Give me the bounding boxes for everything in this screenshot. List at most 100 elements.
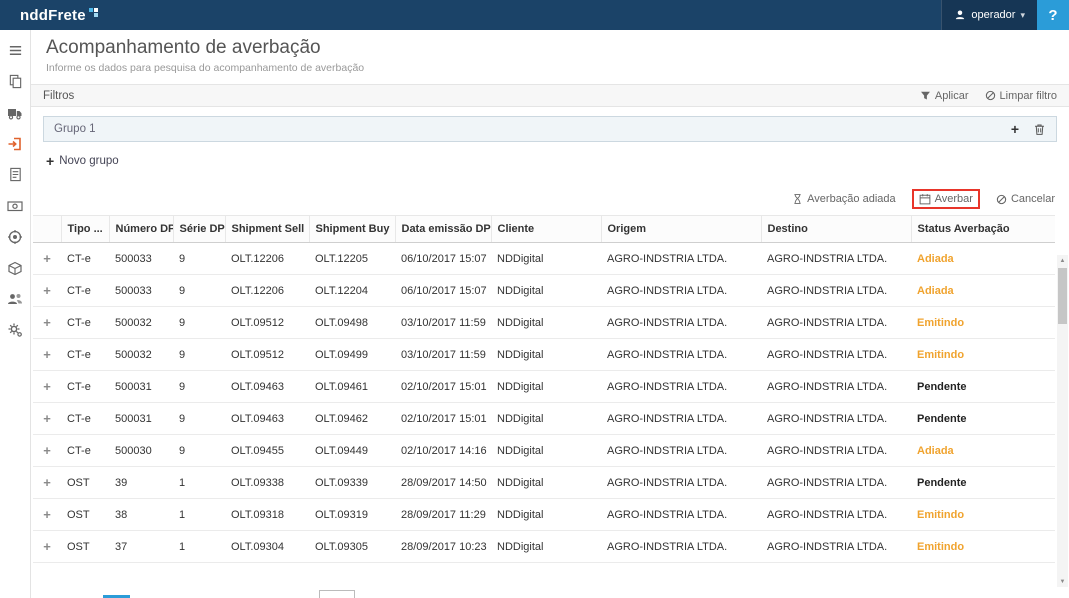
- cell-tipo: CT-e: [61, 434, 109, 467]
- cell-tipo: CT-e: [61, 338, 109, 371]
- user-menu[interactable]: operador ▾: [941, 0, 1037, 30]
- cell-status: Emitindo: [911, 498, 1055, 531]
- averbacao-adiada-label: Averbação adiada: [807, 193, 896, 205]
- delivery-box-icon[interactable]: [7, 259, 24, 276]
- cell-buy: OLT.09319: [309, 498, 395, 531]
- pagination-area: [31, 589, 1069, 598]
- expand-row-icon[interactable]: +: [43, 411, 51, 426]
- top-bar: nddFrete operador ▾ ?: [0, 0, 1069, 30]
- cell-sell: OLT.12206: [225, 274, 309, 307]
- delete-group-trash-icon[interactable]: [1033, 123, 1046, 136]
- monitor-target-icon[interactable]: [7, 228, 24, 245]
- user-label: operador: [971, 9, 1016, 21]
- expand-row-icon[interactable]: +: [43, 539, 51, 554]
- expand-row-icon[interactable]: +: [43, 251, 51, 266]
- cell-buy: OLT.09462: [309, 402, 395, 435]
- table-row: + CT-e 500032 9 OLT.09512 OLT.09499 03/10/2017…: [33, 338, 1055, 371]
- cell-serie: 1: [173, 498, 225, 531]
- scroll-down-icon[interactable]: ▼: [1057, 576, 1068, 587]
- cell-sell: OLT.12206: [225, 242, 309, 275]
- expand-row-icon[interactable]: +: [43, 283, 51, 298]
- averbar-button[interactable]: Averbar: [911, 189, 980, 209]
- averbacao-adiada-button[interactable]: Averbação adiada: [792, 193, 896, 205]
- expand-row-icon[interactable]: +: [43, 315, 51, 330]
- column-header[interactable]: Cliente: [491, 215, 602, 243]
- page-size-select[interactable]: [319, 590, 355, 598]
- cell-destino: AGRO-INDSTRIA LTDA.: [761, 466, 911, 499]
- filter-group-panel[interactable]: Grupo 1 +: [43, 116, 1057, 142]
- cell-buy: OLT.09499: [309, 338, 395, 371]
- cell-tipo: CT-e: [61, 274, 109, 307]
- expand-row-icon[interactable]: +: [43, 507, 51, 522]
- cell-origem: AGRO-INDSTRIA LTDA.: [601, 434, 761, 467]
- cell-serie: 1: [173, 466, 225, 499]
- document-icon[interactable]: [7, 166, 24, 183]
- expand-row-icon[interactable]: +: [43, 379, 51, 394]
- cell-expand: +: [33, 466, 61, 499]
- billing-icon[interactable]: [7, 197, 24, 214]
- scroll-up-icon[interactable]: ▲: [1057, 255, 1068, 266]
- table-scrollbar[interactable]: ▲ ▼: [1057, 255, 1068, 587]
- cell-buy: OLT.09339: [309, 466, 395, 499]
- cell-cliente: NDDigital: [491, 370, 601, 403]
- expand-row-icon[interactable]: +: [43, 475, 51, 490]
- column-header[interactable]: Shipment Buy: [309, 215, 396, 243]
- column-header[interactable]: Data emissão DPS: [395, 215, 492, 243]
- cell-sell: OLT.09463: [225, 402, 309, 435]
- user-icon: [956, 10, 965, 20]
- documents-copy-icon[interactable]: [7, 73, 24, 90]
- cancel-button[interactable]: Cancelar: [996, 193, 1055, 205]
- column-header[interactable]: Origem: [601, 215, 762, 243]
- column-header[interactable]: Série DPS: [173, 215, 226, 243]
- cell-origem: AGRO-INDSTRIA LTDA.: [601, 338, 761, 371]
- cell-serie: 9: [173, 370, 225, 403]
- cell-origem: AGRO-INDSTRIA LTDA.: [601, 370, 761, 403]
- cell-expand: +: [33, 274, 61, 307]
- cell-status: Pendente: [911, 370, 1055, 403]
- cell-serie: 9: [173, 242, 225, 275]
- menu-icon[interactable]: [7, 42, 24, 59]
- settings-gears-icon[interactable]: [7, 321, 24, 338]
- users-icon[interactable]: [7, 290, 24, 307]
- cell-expand: +: [33, 306, 61, 339]
- new-group-button[interactable]: + Novo grupo: [46, 154, 1069, 168]
- cell-cliente: NDDigital: [491, 466, 601, 499]
- column-header[interactable]: Número DPS: [109, 215, 174, 243]
- chevron-down-icon: ▾: [1020, 9, 1025, 20]
- apply-filter-button[interactable]: Aplicar: [920, 90, 969, 102]
- table-row: + OST 37 1 OLT.09304 OLT.09305 28/09/2017 10:2…: [33, 530, 1055, 563]
- table-row: + CT-e 500033 9 OLT.12206 OLT.12204 06/10/2017…: [33, 274, 1055, 307]
- cell-numero: 500032: [109, 338, 173, 371]
- table-row: + CT-e 500031 9 OLT.09463 OLT.09462 02/10/2017…: [33, 402, 1055, 435]
- cell-expand: +: [33, 498, 61, 531]
- clear-filter-button[interactable]: Limpar filtro: [985, 90, 1057, 102]
- cell-sell: OLT.09338: [225, 466, 309, 499]
- column-header[interactable]: Shipment Sell: [225, 215, 310, 243]
- cell-origem: AGRO-INDSTRIA LTDA.: [601, 306, 761, 339]
- cell-emissao: 03/10/2017 11:59: [395, 338, 491, 371]
- cancel-label: Cancelar: [1010, 193, 1055, 205]
- column-header[interactable]: [33, 215, 62, 243]
- help-button[interactable]: ?: [1037, 0, 1069, 30]
- cell-numero: 500033: [109, 242, 173, 275]
- column-header[interactable]: Status Averbação: [911, 215, 1055, 243]
- cell-tipo: CT-e: [61, 242, 109, 275]
- cell-buy: OLT.09461: [309, 370, 395, 403]
- averbacao-active-icon[interactable]: [7, 135, 24, 152]
- column-header[interactable]: Destino: [761, 215, 912, 243]
- cancel-icon: [996, 194, 1007, 204]
- cell-emissao: 06/10/2017 15:07: [395, 274, 491, 307]
- table-row: + CT-e 500033 9 OLT.12206 OLT.12205 06/10/2017…: [33, 242, 1055, 275]
- table-row: + OST 39 1 OLT.09338 OLT.09339 28/09/2017 14:5…: [33, 466, 1055, 499]
- add-filter-icon[interactable]: +: [1011, 122, 1019, 136]
- expand-row-icon[interactable]: +: [43, 347, 51, 362]
- truck-icon[interactable]: [7, 104, 24, 121]
- cell-emissao: 02/10/2017 14:16: [395, 434, 491, 467]
- column-header[interactable]: Tipo ...: [61, 215, 110, 243]
- cell-destino: AGRO-INDSTRIA LTDA.: [761, 370, 911, 403]
- cell-cliente: NDDigital: [491, 434, 601, 467]
- cell-destino: AGRO-INDSTRIA LTDA.: [761, 306, 911, 339]
- scrollbar-thumb[interactable]: [1058, 268, 1067, 324]
- plus-icon: +: [46, 153, 55, 169]
- expand-row-icon[interactable]: +: [43, 443, 51, 458]
